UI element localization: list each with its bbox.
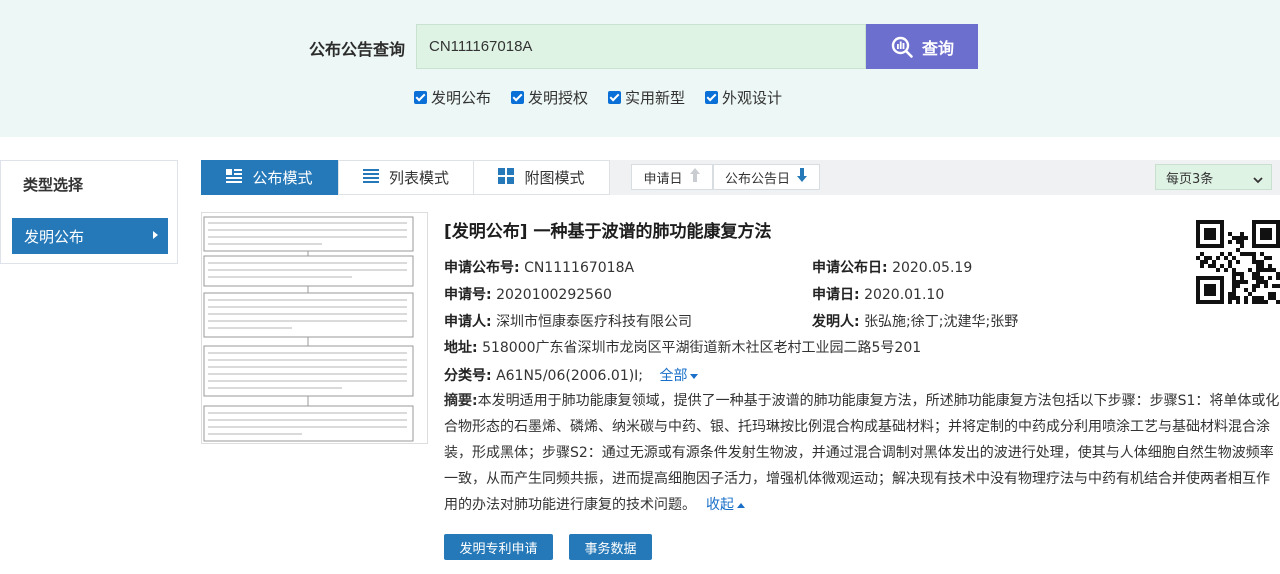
field-value: A61N5/06(2006.01)I; (496, 368, 644, 384)
publication-number-field: 申请公布号: CN111167018A (444, 257, 634, 277)
field-label: 地址: (444, 340, 478, 356)
tab-list-mode[interactable]: 列表模式 (338, 160, 474, 195)
publication-date-field: 申请公布日: 2020.05.19 (812, 257, 972, 277)
type-sidebar: 类型选择 发明公布 (0, 160, 178, 264)
sort-label: 公布公告日 (724, 171, 790, 187)
caret-down-icon (690, 373, 699, 379)
field-value: 张弘施;徐丁;沈建华;张野 (864, 314, 1019, 330)
field-label: 申请号: (444, 287, 492, 303)
qr-code-icon (1196, 220, 1280, 304)
field-label: 申请日: (812, 287, 860, 303)
filter-label: 实用新型 (625, 89, 686, 107)
sidebar-item-label: 发明公布 (24, 227, 85, 246)
inventor-field: 发明人: 张弘施;徐丁;沈建华;张野 (812, 311, 1018, 331)
field-value: 2020.05.19 (892, 260, 973, 276)
field-value: 2020100292560 (496, 287, 612, 303)
filter-utility-model[interactable]: 实用新型 (608, 87, 685, 108)
invention-application-button[interactable]: 发明专利申请 (444, 534, 553, 560)
field-value: CN111167018A (524, 260, 635, 276)
sort-publication-date[interactable]: 公布公告日 (713, 164, 820, 190)
chevron-right-icon (153, 231, 158, 239)
tab-label: 公布模式 (252, 169, 313, 187)
chevron-down-icon (1253, 173, 1263, 188)
field-label: 申请人: (444, 314, 492, 330)
field-label: 摘要: (444, 393, 478, 409)
checkbox-checked-icon[interactable] (414, 91, 427, 104)
filter-invention-grant[interactable]: 发明授权 (511, 87, 588, 108)
field-label: 申请公布号: (444, 260, 520, 276)
sort-label: 申请日 (643, 171, 683, 187)
tab-publication-mode[interactable]: 公布模式 (201, 160, 338, 195)
search-label: 公布公告查询 (309, 40, 406, 59)
grid-icon (498, 167, 515, 188)
field-value: 518000广东省深圳市龙岗区平湖街道新木社区老村工业园二路5号201 (482, 340, 922, 356)
search-chart-icon (890, 35, 914, 59)
filter-label: 外观设计 (722, 89, 783, 107)
filter-label: 发明公布 (431, 89, 492, 107)
arrow-up-icon (689, 167, 701, 187)
link-label: 收起 (706, 497, 734, 513)
filter-design[interactable]: 外观设计 (705, 87, 782, 108)
patent-drawing-thumbnail[interactable] (201, 212, 428, 444)
search-input[interactable] (416, 24, 866, 69)
checkbox-checked-icon[interactable] (608, 91, 622, 104)
caret-up-icon (737, 502, 745, 508)
field-label: 申请公布日: (812, 260, 888, 276)
filter-label: 发明授权 (528, 89, 589, 107)
address-field: 地址: 518000广东省深圳市龙岗区平湖街道新木社区老村工业园二路5号201 (444, 337, 921, 357)
show-all-classifications-link[interactable]: 全部 (659, 368, 699, 384)
view-toolbar: 公布模式 列表模式 附图模式 申请日 公布公告日 每页3条 (201, 160, 1280, 195)
sort-application-date[interactable]: 申请日 (631, 164, 713, 190)
checkbox-checked-icon[interactable] (511, 91, 525, 104)
applicant-field: 申请人: 深圳市恒康泰医疗科技有限公司 (444, 311, 692, 331)
search-band: 公布公告查询 查询 发明公布 发明授权 实用新型 外观设 (0, 0, 1280, 137)
arrow-down-icon (796, 167, 808, 187)
field-value: 2020.01.10 (864, 287, 945, 303)
filter-invention-publication[interactable]: 发明公布 (414, 87, 491, 108)
tab-label: 附图模式 (524, 169, 585, 187)
field-value: 深圳市恒康泰医疗科技有限公司 (496, 314, 693, 330)
flowchart-thumbnail-image (203, 216, 414, 442)
application-date-field: 申请日: 2020.01.10 (812, 284, 944, 304)
sidebar-item-invention-publication[interactable]: 发明公布 (12, 218, 168, 254)
checkbox-checked-icon[interactable] (705, 91, 719, 104)
list-detail-icon (226, 168, 243, 188)
per-page-select[interactable]: 每页3条 (1155, 164, 1272, 190)
type-filters: 发明公布 发明授权 实用新型 外观设计 (414, 87, 782, 108)
application-number-field: 申请号: 2020100292560 (444, 284, 612, 304)
field-label: 发明人: (812, 314, 860, 330)
collapse-abstract-link[interactable]: 收起 (706, 497, 745, 513)
tab-drawing-mode[interactable]: 附图模式 (473, 160, 610, 195)
classification-field: 分类号: A61N5/06(2006.01)I; 全部 (444, 365, 699, 385)
search-button-label: 查询 (921, 38, 954, 58)
list-icon (362, 168, 379, 188)
tab-label: 列表模式 (388, 169, 449, 187)
per-page-value: 每页3条 (1166, 171, 1214, 187)
patent-title[interactable]: [发明公布] 一种基于波谱的肺功能康复方法 (444, 217, 771, 242)
abstract-text: 本发明适用于肺功能康复领域，提供了一种基于波谱的肺功能康复方法，所述肺功能康复方… (444, 393, 1280, 513)
abstract-field: 摘要:本发明适用于肺功能康复领域，提供了一种基于波谱的肺功能康复方法，所述肺功能… (444, 388, 1280, 524)
link-label: 全部 (659, 368, 688, 384)
sidebar-title: 类型选择 (23, 176, 84, 194)
field-label: 分类号: (444, 368, 492, 384)
transaction-data-button[interactable]: 事务数据 (569, 534, 652, 560)
search-button[interactable]: 查询 (866, 24, 978, 69)
